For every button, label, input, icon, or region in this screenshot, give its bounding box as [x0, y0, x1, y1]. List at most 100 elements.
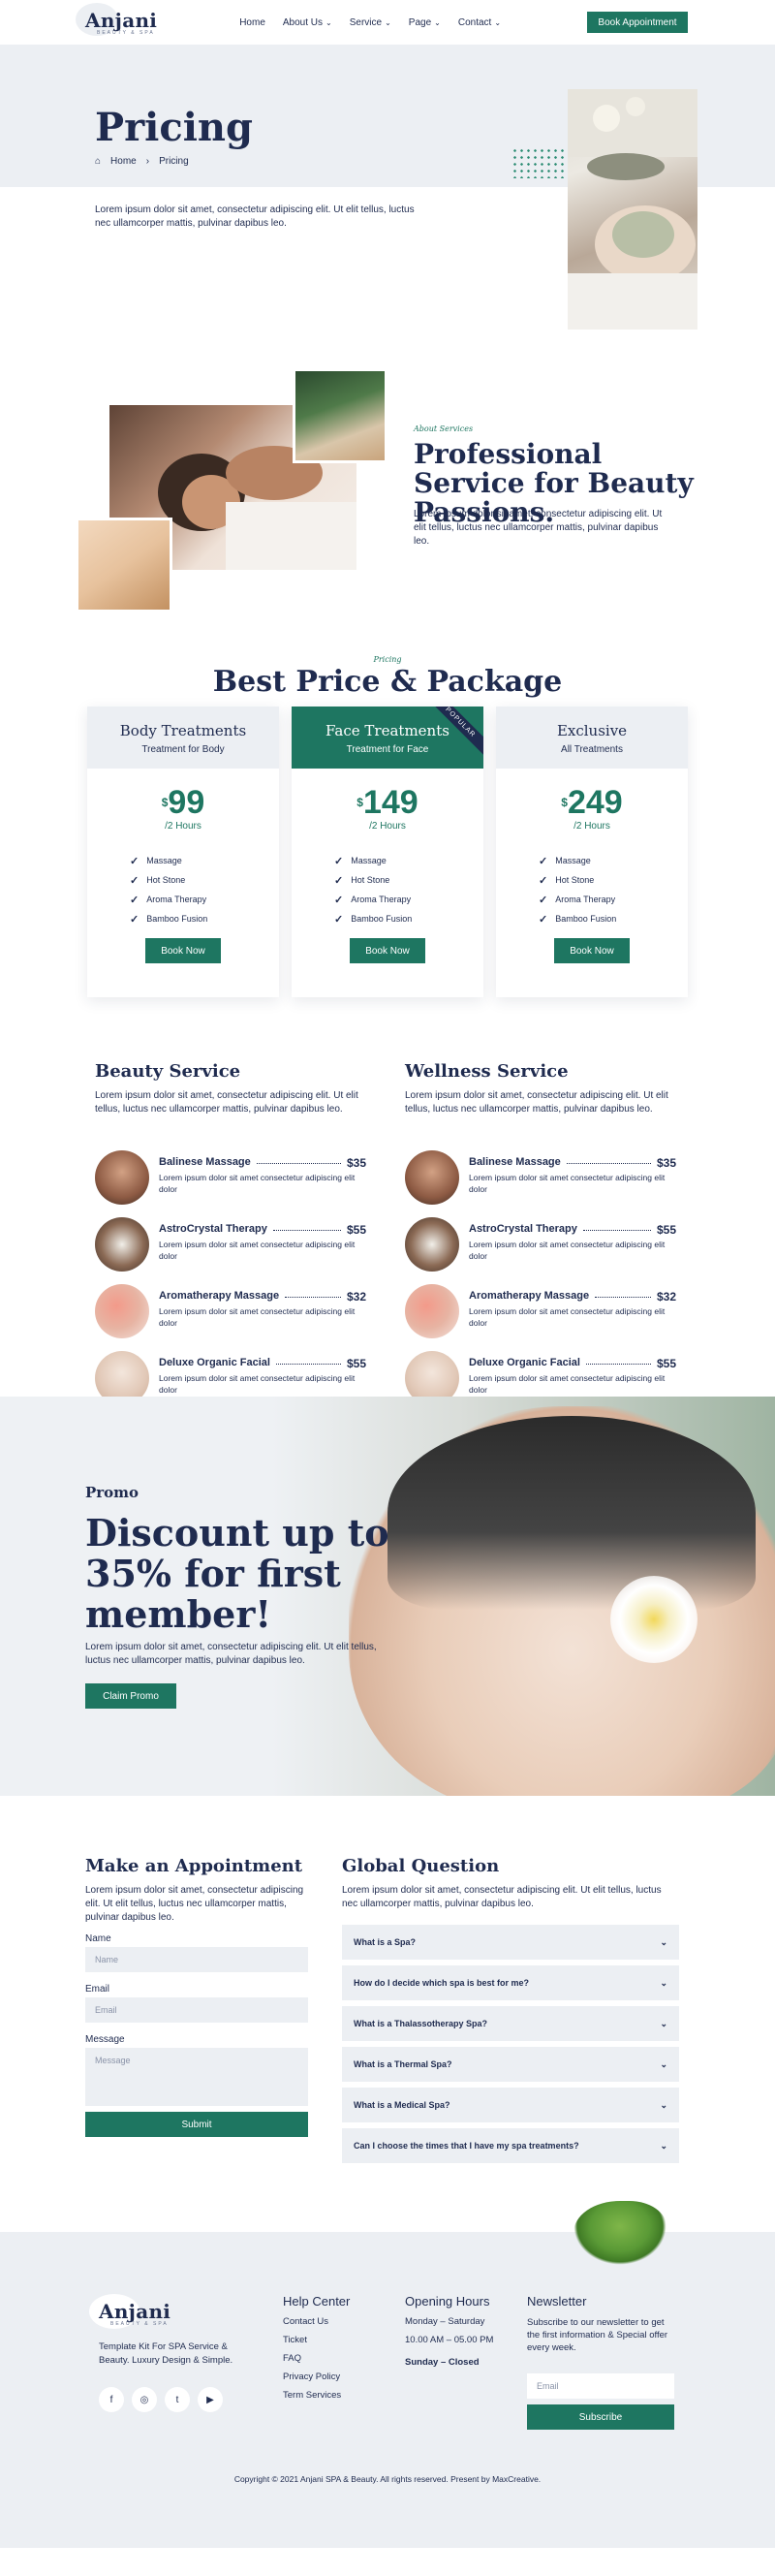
feature-list: ✓ Massage ✓ Hot Stone ✓ Aroma Therapy ✓ Bamb… [334, 851, 441, 928]
service-item[interactable]: Aromatherapy Massage $32 Lorem ipsum dolor… [405, 1284, 676, 1342]
main-nav: Home About Us ⌄ Service ⌄ Page ⌄ Contact ⌄ [239, 17, 501, 28]
footer-link[interactable]: Privacy Policy [283, 2372, 350, 2382]
faq-intro: Global Question Lorem ipsum dolor sit am… [342, 1856, 679, 1911]
faq-item[interactable]: What is a Spa? ⌄ [342, 1925, 679, 1960]
service-name: AstroCrystal Therapy [469, 1223, 577, 1235]
service-thumbnail [95, 1217, 149, 1272]
email-input[interactable]: Email [85, 1997, 308, 2023]
help-title: Help Center [283, 2294, 351, 2309]
faq-item[interactable]: How do I decide which spa is best for me… [342, 1965, 679, 2000]
section-label: Pricing [373, 655, 402, 664]
email-label: Email [85, 1984, 110, 1995]
check-icon: ✓ [334, 894, 344, 906]
message-label: Message [85, 2034, 125, 2045]
leaf-decoration [574, 2201, 666, 2265]
chevron-right-icon: › [145, 156, 150, 167]
footer-link[interactable]: Ticket [283, 2335, 350, 2345]
book-now-button[interactable]: Book Now [350, 938, 425, 963]
newsletter-email-input[interactable]: Email [527, 2373, 674, 2399]
hours-closed: Sunday – Closed [405, 2357, 480, 2368]
footer-link[interactable]: FAQ [283, 2353, 350, 2364]
nav-item-contact[interactable]: Contact ⌄ [458, 17, 501, 28]
footer-tagline: Template Kit For SPA Service & Beauty. L… [99, 2341, 233, 2366]
service-thumbnail [95, 1150, 149, 1205]
faq-item[interactable]: What is a Thalassotherapy Spa? ⌄ [342, 2006, 679, 2041]
book-appointment-button[interactable]: Book Appointment [587, 12, 688, 33]
hair-shape [388, 1416, 756, 1610]
service-thumbnail [405, 1284, 459, 1338]
chevron-down-icon: ⌄ [660, 2058, 667, 2069]
beauty-service-column: Beauty Service Lorem ipsum dolor sit ame… [95, 1061, 366, 1116]
twitter-icon[interactable]: t [165, 2387, 190, 2412]
service-price: $35 [346, 1156, 366, 1170]
package-header: Body Treatments Treatment for Body [87, 707, 279, 769]
feature-item: ✓ Hot Stone [334, 874, 390, 887]
dotted-leader [595, 1297, 651, 1298]
package-card: Exclusive All Treatments $249 /2 Hours ✓… [496, 707, 688, 997]
nav-item-service[interactable]: Service ⌄ [350, 17, 391, 28]
book-now-button[interactable]: Book Now [554, 938, 630, 963]
facebook-icon[interactable]: f [99, 2387, 124, 2412]
breadcrumb-current: Pricing [159, 156, 189, 167]
service-item[interactable]: AstroCrystal Therapy $55 Lorem ipsum dolor… [95, 1217, 366, 1275]
breadcrumb-home[interactable]: Home [110, 156, 137, 167]
service-item[interactable]: Balinese Massage $35 Lorem ipsum dolor sit… [405, 1150, 676, 1209]
check-icon: ✓ [130, 855, 140, 867]
service-item[interactable]: AstroCrystal Therapy $55 Lorem ipsum dolor… [405, 1217, 676, 1275]
feature-list: ✓ Massage ✓ Hot Stone ✓ Aroma Therapy ✓ Bamb… [539, 851, 645, 928]
footer-link[interactable]: Term Services [283, 2390, 350, 2401]
faq-list: What is a Spa? ⌄ How do I decide which sp… [342, 1925, 679, 2169]
service-price: $35 [656, 1156, 676, 1170]
newsletter-title: Newsletter [527, 2294, 587, 2309]
service-price: $55 [346, 1357, 366, 1370]
logo[interactable]: Anjani BEAUTY & SPA [76, 3, 157, 36]
check-icon: ✓ [130, 894, 140, 906]
hours-title: Opening Hours [405, 2294, 490, 2309]
service-item[interactable]: Aromatherapy Massage $32 Lorem ipsum dolor… [95, 1284, 366, 1342]
footer-logo[interactable]: Anjani BEAUTY & SPA [89, 2294, 254, 2329]
package-subtitle: Treatment for Body [141, 744, 225, 755]
section-description: Lorem ipsum dolor sit amet, consectetur … [414, 509, 663, 547]
spa-products-photo [76, 518, 172, 613]
message-textarea[interactable]: Message [85, 2048, 308, 2106]
footer-link[interactable]: Contact Us [283, 2316, 350, 2327]
service-description: Lorem ipsum dolor sit amet consectetur a… [469, 1306, 666, 1328]
service-name: Deluxe Organic Facial [469, 1357, 580, 1368]
package-card: Body Treatments Treatment for Body $99 /… [87, 707, 279, 997]
instagram-icon[interactable]: ◎ [132, 2387, 157, 2412]
youtube-icon[interactable]: ▶ [198, 2387, 223, 2412]
chevron-down-icon: ⌄ [434, 17, 441, 27]
dotted-leader [285, 1297, 341, 1298]
logo-subtitle: BEAUTY & SPA [110, 2321, 169, 2327]
chevron-down-icon: ⌄ [494, 17, 502, 27]
nav-item-page[interactable]: Page ⌄ [409, 17, 441, 28]
hours-days: Monday – Saturday [405, 2316, 485, 2327]
book-now-button[interactable]: Book Now [145, 938, 221, 963]
pricing-hero: Pricing ⌂ Home › Pricing Lorem ipsum dol… [0, 45, 775, 330]
service-price: $32 [656, 1290, 676, 1304]
package-price: $249 [561, 784, 623, 821]
faq-item[interactable]: What is a Thermal Spa? ⌄ [342, 2047, 679, 2082]
claim-promo-button[interactable]: Claim Promo [85, 1683, 176, 1709]
faq-item[interactable]: Can I choose the times that I have my sp… [342, 2128, 679, 2163]
submit-button[interactable]: Submit [85, 2112, 308, 2137]
newsletter-text: Subscribe to our newsletter to get the f… [527, 2317, 668, 2353]
check-icon: ✓ [334, 855, 344, 867]
hours-time: 10.00 AM – 05.00 PM [405, 2335, 494, 2345]
subscribe-button[interactable]: Subscribe [527, 2404, 674, 2430]
service-price: $32 [346, 1290, 366, 1304]
service-item[interactable]: Balinese Massage $35 Lorem ipsum dolor sit… [95, 1150, 366, 1209]
faq-item[interactable]: What is a Medical Spa? ⌄ [342, 2088, 679, 2122]
name-input[interactable]: Name [85, 1947, 308, 1972]
service-description: Lorem ipsum dolor sit amet consectetur a… [159, 1306, 356, 1328]
package-subtitle: All Treatments [561, 744, 623, 755]
nav-item-home[interactable]: Home [239, 17, 265, 28]
promo-label: Promo [85, 1484, 140, 1501]
check-icon: ✓ [539, 855, 548, 867]
nav-item-about[interactable]: About Us ⌄ [283, 17, 332, 28]
logo-name: Anjani [99, 2300, 171, 2323]
faq-title: Global Question [342, 1856, 500, 1876]
help-center: Help Center Contact Us Ticket FAQ Privac… [283, 2294, 350, 2401]
frangipani-flower [610, 1576, 698, 1663]
dotted-leader [273, 1230, 341, 1231]
